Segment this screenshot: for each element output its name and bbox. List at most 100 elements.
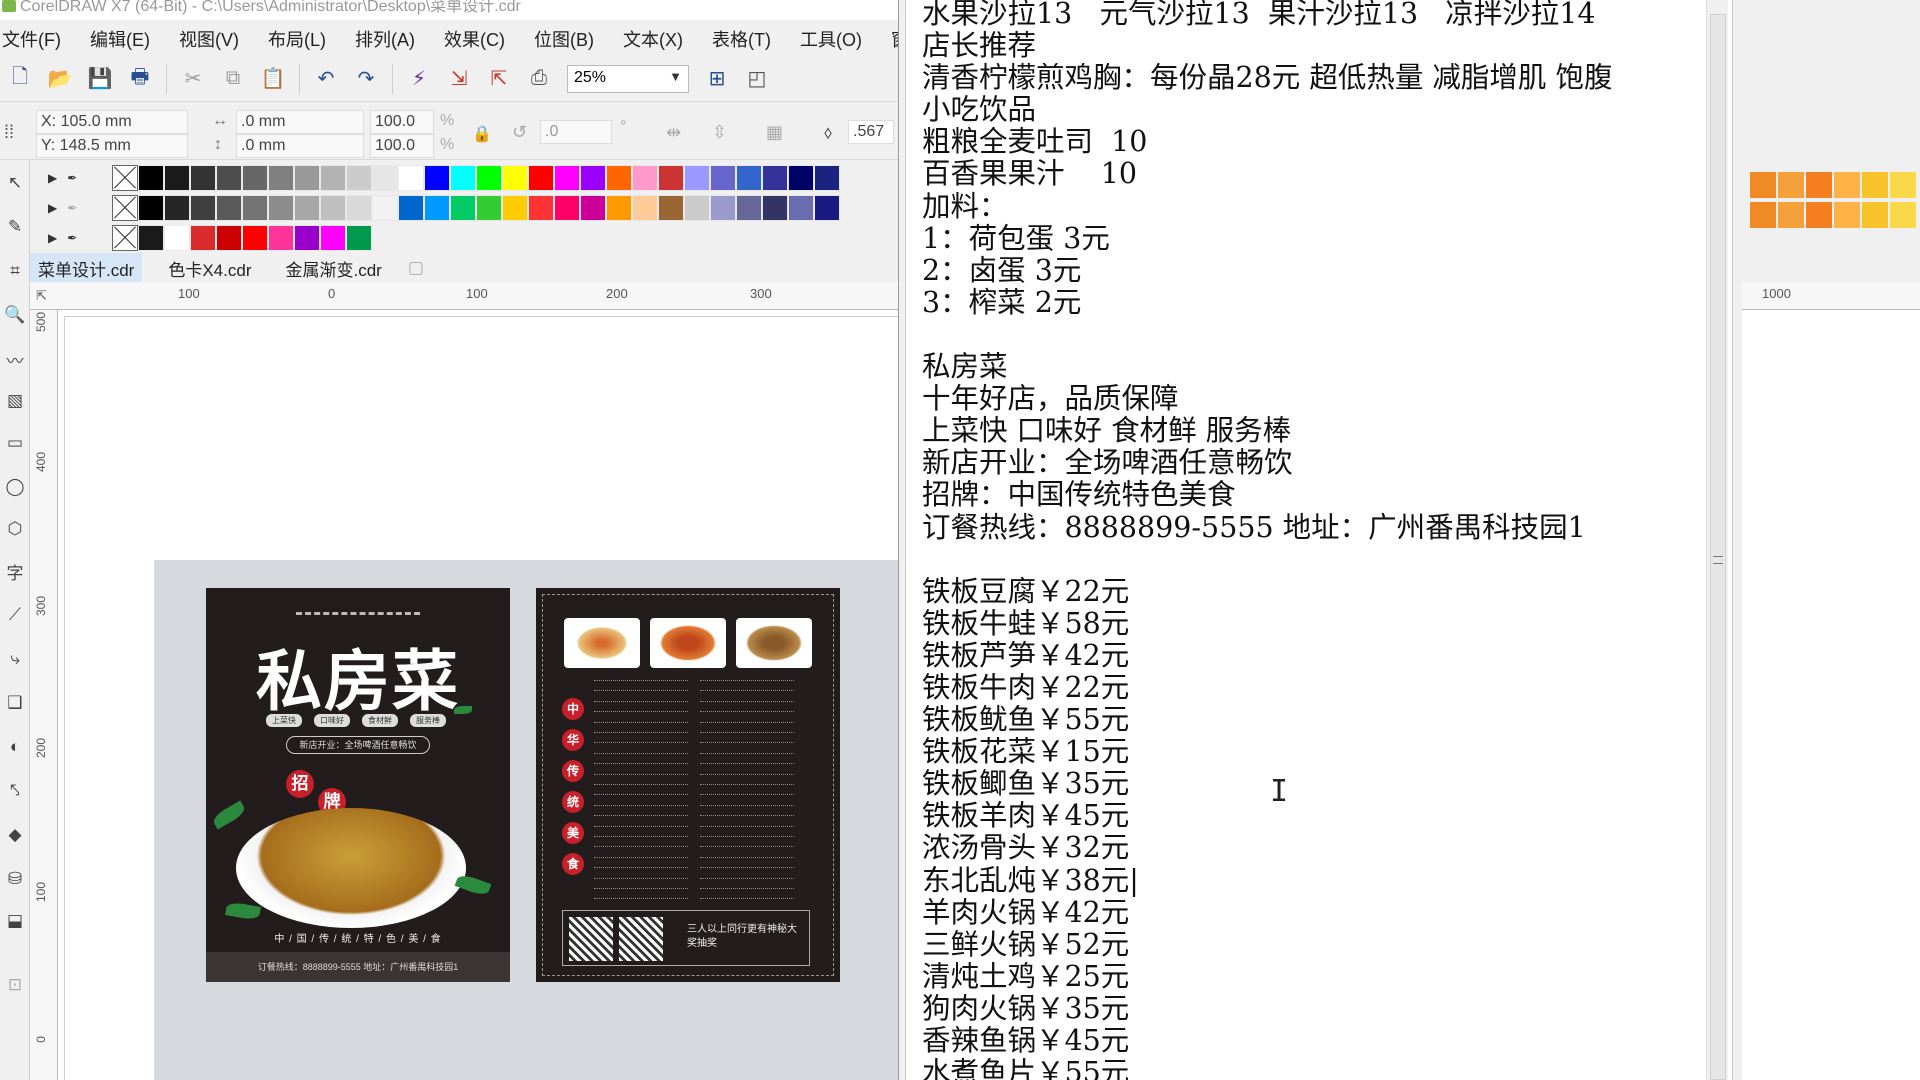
color-swatch[interactable]	[216, 225, 242, 251]
palette-expand-icon[interactable]: ▶	[48, 201, 57, 215]
color-swatch[interactable]	[164, 225, 190, 251]
height-field[interactable]: .0 mm	[236, 134, 364, 158]
color-swatch[interactable]	[528, 165, 554, 191]
color-swatch[interactable]	[450, 165, 476, 191]
crop-tool-icon[interactable]: ⌗	[2, 258, 28, 284]
text-tool-icon[interactable]: 字	[2, 558, 28, 584]
save-icon[interactable]: 💾	[80, 61, 120, 97]
outline-tool-icon[interactable]: ⬓	[2, 908, 28, 934]
outline-pen-icon[interactable]: ⬨	[824, 122, 832, 143]
tab-metal-gradient[interactable]: 金属渐变.cdr	[277, 253, 389, 284]
zoom-level-select[interactable]: 25% ▼	[567, 64, 689, 93]
corel-connect-icon[interactable]: ⚡	[399, 61, 439, 97]
color-swatch[interactable]	[268, 225, 294, 251]
eyedropper-icon[interactable]: ✒	[67, 201, 77, 215]
color-swatch[interactable]	[736, 195, 762, 221]
lock-ratio-icon[interactable]: 🔒	[472, 124, 492, 144]
import-icon[interactable]: ⇲	[439, 61, 479, 97]
color-swatch[interactable]	[606, 165, 632, 191]
color-swatch[interactable]	[1806, 172, 1832, 198]
color-swatch[interactable]	[528, 195, 554, 221]
interactive-fill-icon[interactable]: ◆	[2, 822, 28, 848]
color-swatch[interactable]	[1862, 172, 1888, 198]
color-swatch[interactable]	[320, 165, 346, 191]
scale-y-field[interactable]: 100.0	[370, 134, 434, 158]
color-swatch[interactable]	[1750, 202, 1776, 228]
color-swatch[interactable]	[294, 165, 320, 191]
color-swatch[interactable]	[658, 195, 684, 221]
color-swatch[interactable]	[814, 195, 840, 221]
object-origin-icon[interactable]: ⁞⁞	[4, 122, 14, 143]
color-swatch[interactable]	[372, 195, 398, 221]
color-swatch[interactable]	[606, 195, 632, 221]
palette-expand-icon[interactable]: ▶	[48, 231, 57, 245]
outline-width-field[interactable]: .567	[848, 120, 894, 144]
color-swatch[interactable]	[736, 165, 762, 191]
freehand-tool-icon[interactable]: 〰	[2, 346, 28, 372]
transparency-icon[interactable]: ◐	[2, 734, 28, 760]
menu-tools[interactable]: 工具(O)	[800, 26, 874, 52]
scale-x-field[interactable]: 100.0	[370, 110, 434, 134]
color-swatch[interactable]	[1806, 202, 1832, 228]
pick-tool-icon[interactable]: ↖	[2, 170, 28, 196]
color-swatch[interactable]	[242, 165, 268, 191]
width-field[interactable]: .0 mm	[236, 110, 364, 134]
tab-color-card[interactable]: 色卡X4.cdr	[160, 253, 259, 284]
color-swatch[interactable]	[1890, 202, 1916, 228]
menu-table[interactable]: 表格(T)	[712, 26, 783, 52]
menu-bitmaps[interactable]: 位图(B)	[534, 26, 606, 52]
menu-arrange[interactable]: 排列(A)	[355, 26, 427, 52]
color-swatch[interactable]	[1778, 202, 1804, 228]
menu-text[interactable]: 文本(X)	[623, 26, 695, 52]
color-swatch[interactable]	[684, 195, 710, 221]
color-swatch[interactable]	[372, 165, 398, 191]
open-icon[interactable]: 📂	[40, 61, 80, 97]
color-swatch[interactable]	[164, 195, 190, 221]
color-swatch[interactable]	[1890, 172, 1916, 198]
color-swatch[interactable]	[580, 165, 606, 191]
color-swatch[interactable]	[216, 165, 242, 191]
no-color-swatch[interactable]	[112, 165, 138, 191]
color-swatch[interactable]	[138, 195, 164, 221]
undo-icon[interactable]: ↶	[306, 61, 346, 97]
color-swatch[interactable]	[762, 195, 788, 221]
color-swatch[interactable]	[320, 195, 346, 221]
rectangle-tool-icon[interactable]: ▭	[2, 430, 28, 456]
color-swatch[interactable]	[1750, 172, 1776, 198]
color-swatch[interactable]	[138, 225, 164, 251]
color-swatch[interactable]	[554, 165, 580, 191]
color-swatch[interactable]	[424, 195, 450, 221]
menu-layout[interactable]: 布局(L)	[268, 26, 338, 52]
color-swatch[interactable]	[684, 165, 710, 191]
polygon-tool-icon[interactable]: ⬡	[2, 516, 28, 542]
ellipse-tool-icon[interactable]: ◯	[2, 474, 28, 500]
connector-tool-icon[interactable]: ⤷	[2, 646, 28, 672]
rotation-field[interactable]: .0	[540, 120, 612, 144]
color-swatch[interactable]	[164, 165, 190, 191]
export-icon[interactable]: ⇱	[479, 61, 519, 97]
horizontal-ruler[interactable]: ⇱ 100 0 100 200 300	[30, 282, 910, 310]
color-swatch[interactable]	[242, 225, 268, 251]
no-color-swatch[interactable]	[112, 195, 138, 221]
eyedropper-icon[interactable]: ✒	[67, 231, 77, 245]
color-swatch[interactable]	[450, 195, 476, 221]
color-swatch[interactable]	[294, 195, 320, 221]
mirror-vertical-icon[interactable]: ⇳	[712, 122, 727, 143]
color-swatch[interactable]	[632, 195, 658, 221]
color-swatch[interactable]	[190, 225, 216, 251]
color-swatch[interactable]	[190, 165, 216, 191]
tab-menu-design[interactable]: 菜单设计.cdr	[30, 252, 143, 284]
color-swatch[interactable]	[190, 195, 216, 221]
color-swatch[interactable]	[632, 165, 658, 191]
zoom-tool-icon[interactable]: 🔍	[2, 302, 28, 328]
color-swatch[interactable]	[762, 165, 788, 191]
color-swatch[interactable]	[710, 165, 736, 191]
color-swatch[interactable]	[710, 195, 736, 221]
new-tab-icon[interactable]: ▢	[408, 258, 424, 278]
snap-to-icon[interactable]: ◰	[737, 61, 777, 97]
drawing-canvas-right[interactable]	[1742, 310, 1920, 1080]
palette-expand-icon[interactable]: ▶	[48, 171, 57, 185]
position-x-field[interactable]: X: 105.0 mm	[36, 110, 188, 134]
color-swatch[interactable]	[476, 195, 502, 221]
ruler-origin-icon[interactable]: ⇱	[36, 288, 47, 304]
